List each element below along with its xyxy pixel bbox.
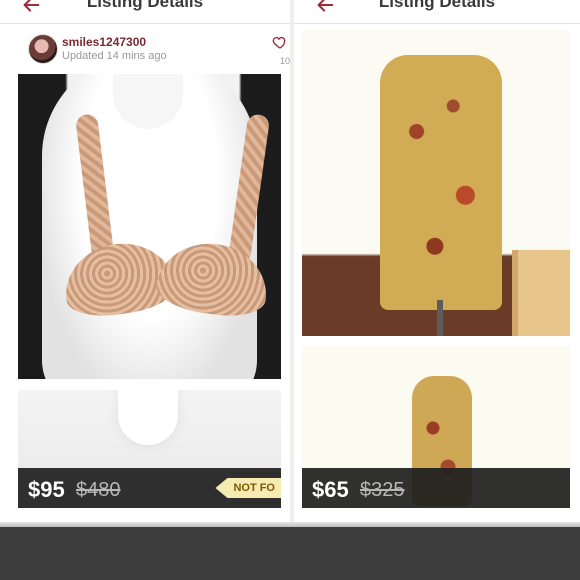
original-price: $325: [360, 479, 405, 501]
screenshot-canvas: Listing Details smiles1247300 Updated 14…: [0, 0, 580, 580]
listing-panel-left: Listing Details smiles1247300 Updated 14…: [0, 0, 290, 522]
mannequin-neck: [118, 390, 178, 445]
listing-panel-right: Listing Details $65 $325: [290, 0, 580, 522]
seller-row[interactable]: smiles1247300 Updated 14 mins ago 10: [0, 28, 290, 72]
seller-username[interactable]: smiles1247300: [62, 35, 146, 49]
header: Listing Details: [294, 0, 580, 24]
original-price: $480: [76, 479, 121, 501]
price-bar: $95 $480 NOT FO: [18, 468, 281, 508]
price-bar: $65 $325: [302, 468, 570, 508]
like-count: 10: [279, 56, 290, 66]
mannequin-stand: [437, 300, 443, 336]
header-title: Listing Details: [378, 0, 496, 11]
heart-outline-icon[interactable]: [272, 34, 288, 50]
floral-coat: [380, 55, 502, 310]
updated-time: Updated 14 mins ago: [62, 50, 167, 62]
listing-photo-secondary[interactable]: $95 $480 NOT FO: [18, 390, 281, 508]
avatar[interactable]: [28, 34, 58, 64]
header: Listing Details: [0, 0, 290, 24]
status-badge: NOT FO: [215, 478, 281, 498]
listing-photo-main[interactable]: [302, 30, 570, 336]
bottom-rim: [0, 522, 580, 527]
price: $65: [312, 477, 349, 502]
listing-photo-secondary[interactable]: $65 $325: [302, 346, 570, 508]
price: $95: [28, 477, 65, 502]
side-table: [512, 250, 570, 336]
listing-photo-main[interactable]: [18, 74, 281, 379]
header-title: Listing Details: [86, 0, 204, 11]
bottom-bar: [0, 522, 580, 580]
